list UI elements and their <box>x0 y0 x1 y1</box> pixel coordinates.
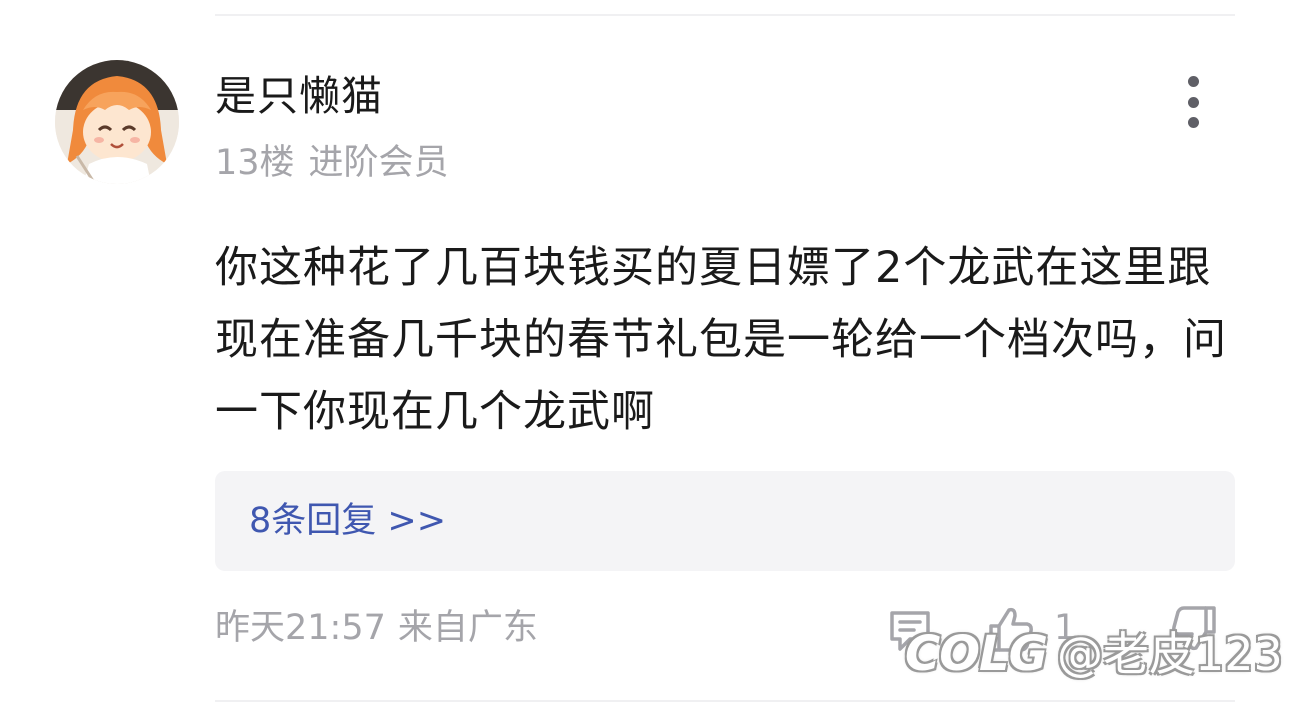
comment-text: 你这种花了几百块钱买的夏日嫖了2个龙武在这里跟现在准备几千块的春节礼包是一轮给一… <box>215 243 1227 437</box>
more-vertical-icon <box>1187 76 1199 87</box>
more-options-button[interactable] <box>1168 72 1218 132</box>
more-vertical-icon-dot <box>1187 96 1199 108</box>
view-replies-link[interactable]: 8条回复 >> <box>249 495 446 547</box>
watermark-handle: @老皮123 <box>1057 627 1283 681</box>
member-level: 进阶会员 <box>308 143 449 183</box>
divider <box>215 14 1235 16</box>
username[interactable]: 是只懒猫 <box>215 68 383 124</box>
watermark: COLG @老皮123 <box>905 624 1283 684</box>
floor-number: 13楼 <box>215 143 295 183</box>
post-location: 来自广东 <box>397 608 538 648</box>
replies-preview[interactable]: 8条回复 >> <box>215 471 1235 571</box>
post-footer-info: 昨天21:57 来自广东 <box>215 603 550 653</box>
user-meta: 13楼 进阶会员 <box>215 138 463 188</box>
post-time: 昨天21:57 <box>215 608 386 648</box>
avatar[interactable] <box>55 60 179 184</box>
comment-card: 是只懒猫 13楼 进阶会员 你这种花了几百块钱买的夏日嫖了2个龙武在这里跟现在准备… <box>0 0 1290 704</box>
more-vertical-icon-dot <box>1187 117 1199 128</box>
divider <box>215 700 1235 702</box>
watermark-logo: COLG <box>905 626 1048 682</box>
avatar-image <box>55 60 179 184</box>
